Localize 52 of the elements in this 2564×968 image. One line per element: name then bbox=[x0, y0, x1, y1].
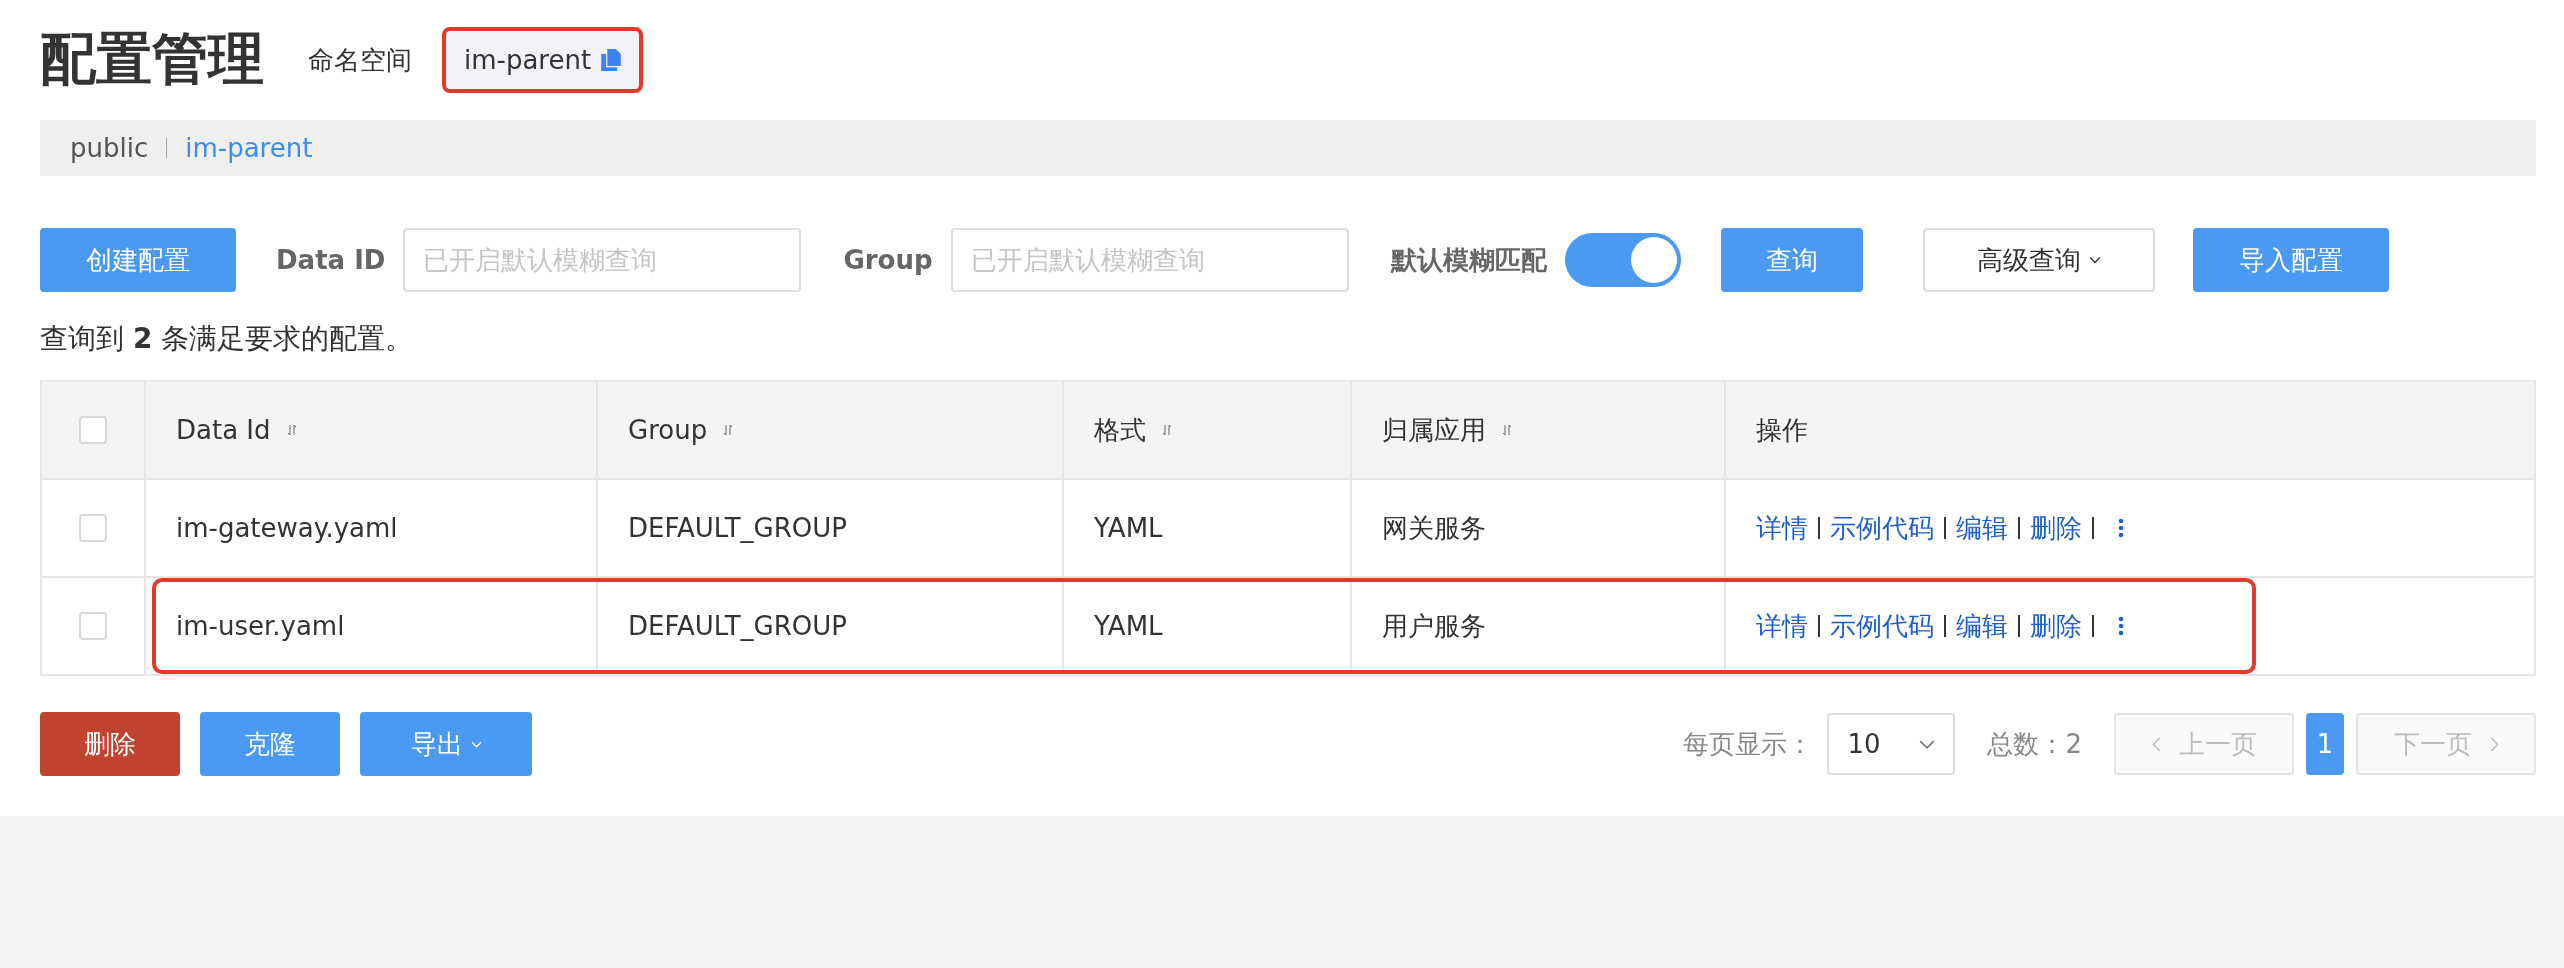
chevron-right-icon bbox=[2489, 736, 2499, 752]
fuzzy-match-switch[interactable] bbox=[1564, 233, 1681, 287]
data-id-label: Data ID bbox=[276, 245, 386, 275]
chevron-left-icon bbox=[2151, 736, 2161, 752]
table-cell: DEFAULT_GROUP bbox=[628, 611, 847, 641]
action-link[interactable]: 示例代码 bbox=[1830, 510, 1934, 546]
table-cell-text: 用户服务 bbox=[1382, 609, 1486, 643]
table-cell-text: 网关服务 bbox=[1382, 511, 1486, 545]
caret-icon bbox=[2088, 256, 2101, 264]
sort-icon[interactable] bbox=[286, 424, 297, 436]
breadcrumb-item[interactable]: public bbox=[70, 133, 149, 163]
table-cell: YAML bbox=[1094, 513, 1163, 543]
namespace-tag[interactable]: im-parent bbox=[442, 27, 644, 93]
advanced-search-button[interactable]: 高级查询 bbox=[1922, 228, 2155, 292]
group-label: Group bbox=[843, 245, 933, 275]
column-header: 归属应用 bbox=[1382, 413, 1486, 447]
action-link[interactable]: 示例代码 bbox=[1830, 608, 1934, 644]
action-link[interactable]: 编辑 bbox=[1956, 608, 2008, 644]
sort-icon[interactable] bbox=[1162, 424, 1172, 436]
data-id-field[interactable]: 已开启默认模糊查询 bbox=[403, 228, 802, 292]
action-link[interactable]: 删除 bbox=[2030, 510, 2082, 546]
fuzzy-match-label: 默认模糊匹配 bbox=[1390, 243, 1547, 277]
more-icon[interactable] bbox=[2118, 518, 2124, 538]
page-size-select[interactable]: 10 bbox=[1827, 713, 1956, 775]
caret-icon bbox=[470, 740, 482, 748]
bulk-action-button[interactable]: 删除 bbox=[40, 712, 180, 776]
sort-icon[interactable] bbox=[1502, 424, 1512, 436]
action-link[interactable]: 详情 bbox=[1756, 510, 1808, 546]
namespace-label: 命名空间 bbox=[308, 43, 412, 77]
action-link[interactable]: 编辑 bbox=[1956, 510, 2008, 546]
page-size-label: 每页显示： bbox=[1683, 727, 1814, 761]
group-field[interactable]: 已开启默认模糊查询 bbox=[950, 228, 1349, 292]
action-link[interactable]: 删除 bbox=[2030, 608, 2082, 644]
page-title: 配置管理 bbox=[40, 25, 264, 93]
result-summary: 查询到 2 条满足要求的配置。 bbox=[40, 321, 415, 357]
row-checkbox[interactable] bbox=[79, 514, 107, 542]
column-header: Data Id bbox=[176, 415, 271, 445]
table-cell: im-user.yaml bbox=[176, 611, 345, 641]
column-header: 格式 bbox=[1094, 413, 1146, 447]
sort-icon[interactable] bbox=[723, 424, 734, 436]
select-all-checkbox[interactable] bbox=[79, 416, 107, 444]
table-cell: im-gateway.yaml bbox=[176, 513, 398, 543]
table-cell: DEFAULT_GROUP bbox=[628, 513, 847, 543]
column-header: 操作 bbox=[1756, 413, 1808, 447]
copy-icon[interactable] bbox=[601, 49, 622, 71]
action-link[interactable]: 详情 bbox=[1756, 608, 1808, 644]
row-checkbox[interactable] bbox=[79, 612, 107, 640]
table-cell: YAML bbox=[1094, 611, 1163, 641]
column-header: Group bbox=[628, 415, 708, 445]
total-count: 总数：2 bbox=[1987, 727, 2082, 761]
more-icon[interactable] bbox=[2118, 616, 2124, 636]
chevron-down-icon bbox=[1919, 739, 1936, 749]
